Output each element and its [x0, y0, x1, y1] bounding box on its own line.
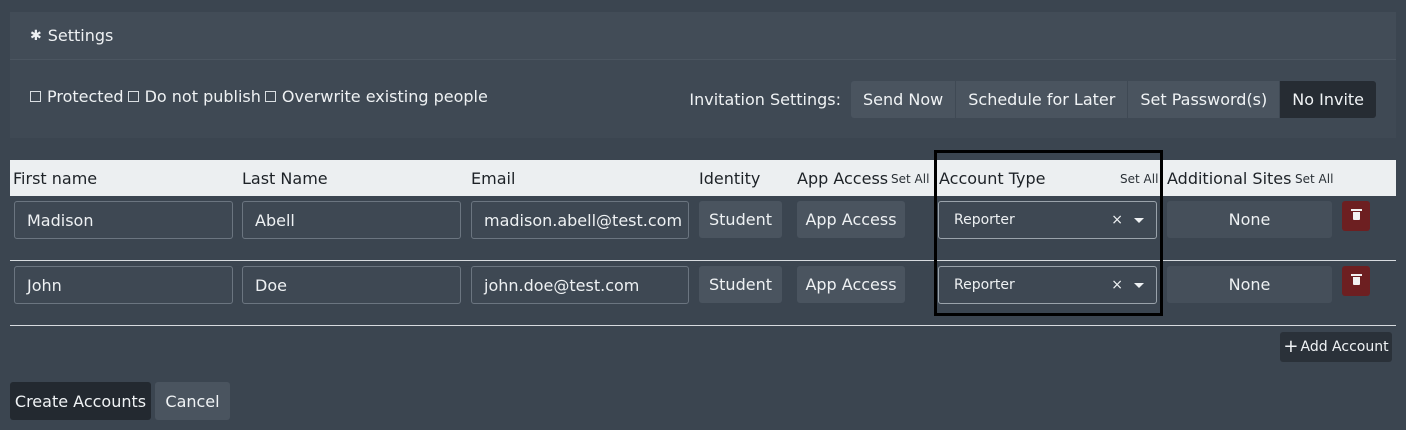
invitation-settings-label: Invitation Settings:	[689, 90, 841, 109]
first-name-input[interactable]: John	[14, 266, 233, 304]
clear-icon[interactable]: ×	[1111, 277, 1123, 293]
header-identity: Identity	[699, 169, 761, 188]
delete-row-button[interactable]	[1342, 266, 1370, 296]
last-name-input[interactable]: Abell	[242, 201, 461, 239]
cancel-button[interactable]: Cancel	[155, 382, 230, 420]
account-type-select[interactable]: Reporter ×	[938, 266, 1157, 304]
options-row: Protected Do not publish Overwrite exist…	[10, 60, 1396, 138]
overwrite-existing-label: Overwrite existing people	[281, 87, 488, 106]
settings-title: Settings	[47, 26, 114, 45]
delete-row-button[interactable]	[1342, 201, 1370, 231]
clear-icon[interactable]: ×	[1111, 212, 1123, 228]
account-type-set-all-link[interactable]: Set All	[1120, 172, 1158, 186]
chevron-down-icon[interactable]	[1134, 218, 1144, 223]
row-divider	[10, 325, 1396, 326]
additional-sites-button[interactable]: None	[1167, 201, 1332, 238]
header-email: Email	[471, 169, 516, 188]
protected-label: Protected	[47, 87, 124, 106]
send-now-button[interactable]: Send Now	[851, 81, 957, 118]
invitation-settings: Invitation Settings: Send Now Schedule f…	[689, 81, 1376, 118]
no-invite-button[interactable]: No Invite	[1280, 81, 1376, 118]
header-additional-sites: Additional Sites	[1167, 169, 1292, 188]
checkbox-icon[interactable]	[30, 91, 41, 102]
additional-sites-set-all-link[interactable]: Set All	[1295, 172, 1333, 186]
additional-sites-button[interactable]: None	[1167, 266, 1332, 303]
checkbox-group: Protected Do not publish Overwrite exist…	[30, 87, 492, 106]
plus-icon: +	[1283, 336, 1299, 357]
account-type-value: Reporter	[954, 277, 1015, 293]
header-account-type: Account Type	[939, 169, 1046, 188]
identity-button[interactable]: Student	[699, 201, 782, 238]
checkbox-icon[interactable]	[127, 91, 139, 102]
do-not-publish-label: Do not publish	[144, 87, 261, 106]
do-not-publish-checkbox[interactable]: Do not publish	[127, 87, 261, 106]
gear-icon: ✱	[30, 27, 42, 44]
last-name-input[interactable]: Doe	[242, 266, 461, 304]
settings-panel: ✱ Settings Protected Do not publish Over…	[10, 12, 1396, 138]
app-access-button[interactable]: App Access	[797, 266, 905, 303]
header-last-name: Last Name	[242, 169, 328, 188]
email-input[interactable]: john.doe@test.com	[471, 266, 689, 304]
account-type-select[interactable]: Reporter ×	[938, 201, 1157, 239]
chevron-down-icon[interactable]	[1134, 283, 1144, 288]
checkbox-icon[interactable]	[264, 91, 276, 102]
header-first-name: First name	[13, 169, 98, 188]
create-accounts-button[interactable]: Create Accounts	[10, 382, 151, 420]
account-type-value: Reporter	[954, 212, 1015, 228]
protected-checkbox[interactable]: Protected	[30, 87, 124, 106]
header-app-access: App Access	[797, 169, 889, 188]
app-access-set-all-link[interactable]: Set All	[891, 172, 929, 186]
trash-icon	[1350, 209, 1362, 221]
settings-header: ✱ Settings	[10, 12, 1396, 60]
first-name-input[interactable]: Madison	[14, 201, 233, 239]
email-input[interactable]: madison.abell@test.com	[471, 201, 689, 239]
table-header: First name Last Name Email Identity App …	[10, 160, 1396, 196]
table-row: Madison Abell madison.abell@test.com Stu…	[10, 196, 1396, 260]
trash-icon	[1350, 274, 1362, 286]
identity-button[interactable]: Student	[699, 266, 782, 303]
table-row: John Doe john.doe@test.com Student App A…	[10, 261, 1396, 325]
app-access-button[interactable]: App Access	[797, 201, 905, 238]
schedule-for-later-button[interactable]: Schedule for Later	[956, 81, 1129, 118]
add-account-label: Add Account	[1300, 339, 1389, 355]
overwrite-existing-checkbox[interactable]: Overwrite existing people	[264, 87, 488, 106]
set-passwords-button[interactable]: Set Password(s)	[1128, 81, 1281, 118]
add-account-button[interactable]: + Add Account	[1280, 332, 1392, 362]
